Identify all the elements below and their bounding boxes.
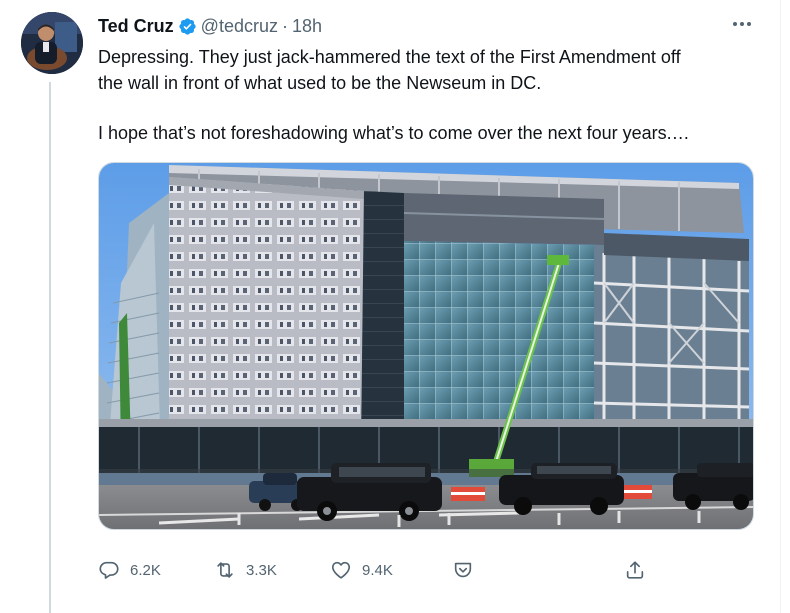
- reply-count: 6.2K: [130, 561, 161, 579]
- newseum-building-photo: [99, 163, 753, 529]
- verified-badge-icon: [179, 17, 196, 35]
- like-button[interactable]: 9.4K: [330, 556, 393, 584]
- author-handle[interactable]: @tedcruz: [201, 16, 278, 37]
- avatar[interactable]: [21, 12, 83, 74]
- retweet-count: 3.3K: [246, 561, 277, 579]
- tweet-view: Ted Cruz @tedcruz · 18h Depressing. They…: [0, 0, 790, 613]
- tweet-header: Ted Cruz @tedcruz · 18h: [98, 14, 322, 38]
- column-divider: [780, 0, 781, 613]
- timestamp[interactable]: 18h: [292, 16, 322, 37]
- reply-icon: [99, 561, 119, 579]
- tweet-actions: 6.2K 3.3K 9.4K: [96, 556, 656, 584]
- tweet-text-line-2: the wall in front of what used to be the…: [98, 73, 542, 93]
- tip-button[interactable]: [452, 556, 474, 584]
- share-icon: [626, 561, 644, 579]
- reply-button[interactable]: 6.2K: [98, 556, 161, 584]
- tip-icon: [454, 562, 472, 578]
- author-name[interactable]: Ted Cruz: [98, 16, 174, 37]
- separator-dot: ·: [281, 15, 288, 36]
- tweet-photo[interactable]: [98, 162, 754, 530]
- tweet-text-line-1: Depressing. They just jack-hammered the …: [98, 47, 681, 67]
- thread-line: [49, 82, 51, 613]
- retweet-icon: [217, 562, 233, 578]
- tweet-text: Depressing. They just jack-hammered the …: [98, 44, 763, 146]
- like-count: 9.4K: [362, 561, 393, 579]
- avatar-image: [21, 12, 83, 74]
- heart-icon: [331, 561, 351, 579]
- tweet-text-line-3: I hope that’s not foreshadowing what’s t…: [98, 123, 690, 143]
- more-options-icon[interactable]: [728, 14, 756, 34]
- retweet-button[interactable]: 3.3K: [214, 556, 277, 584]
- share-button[interactable]: [624, 556, 646, 584]
